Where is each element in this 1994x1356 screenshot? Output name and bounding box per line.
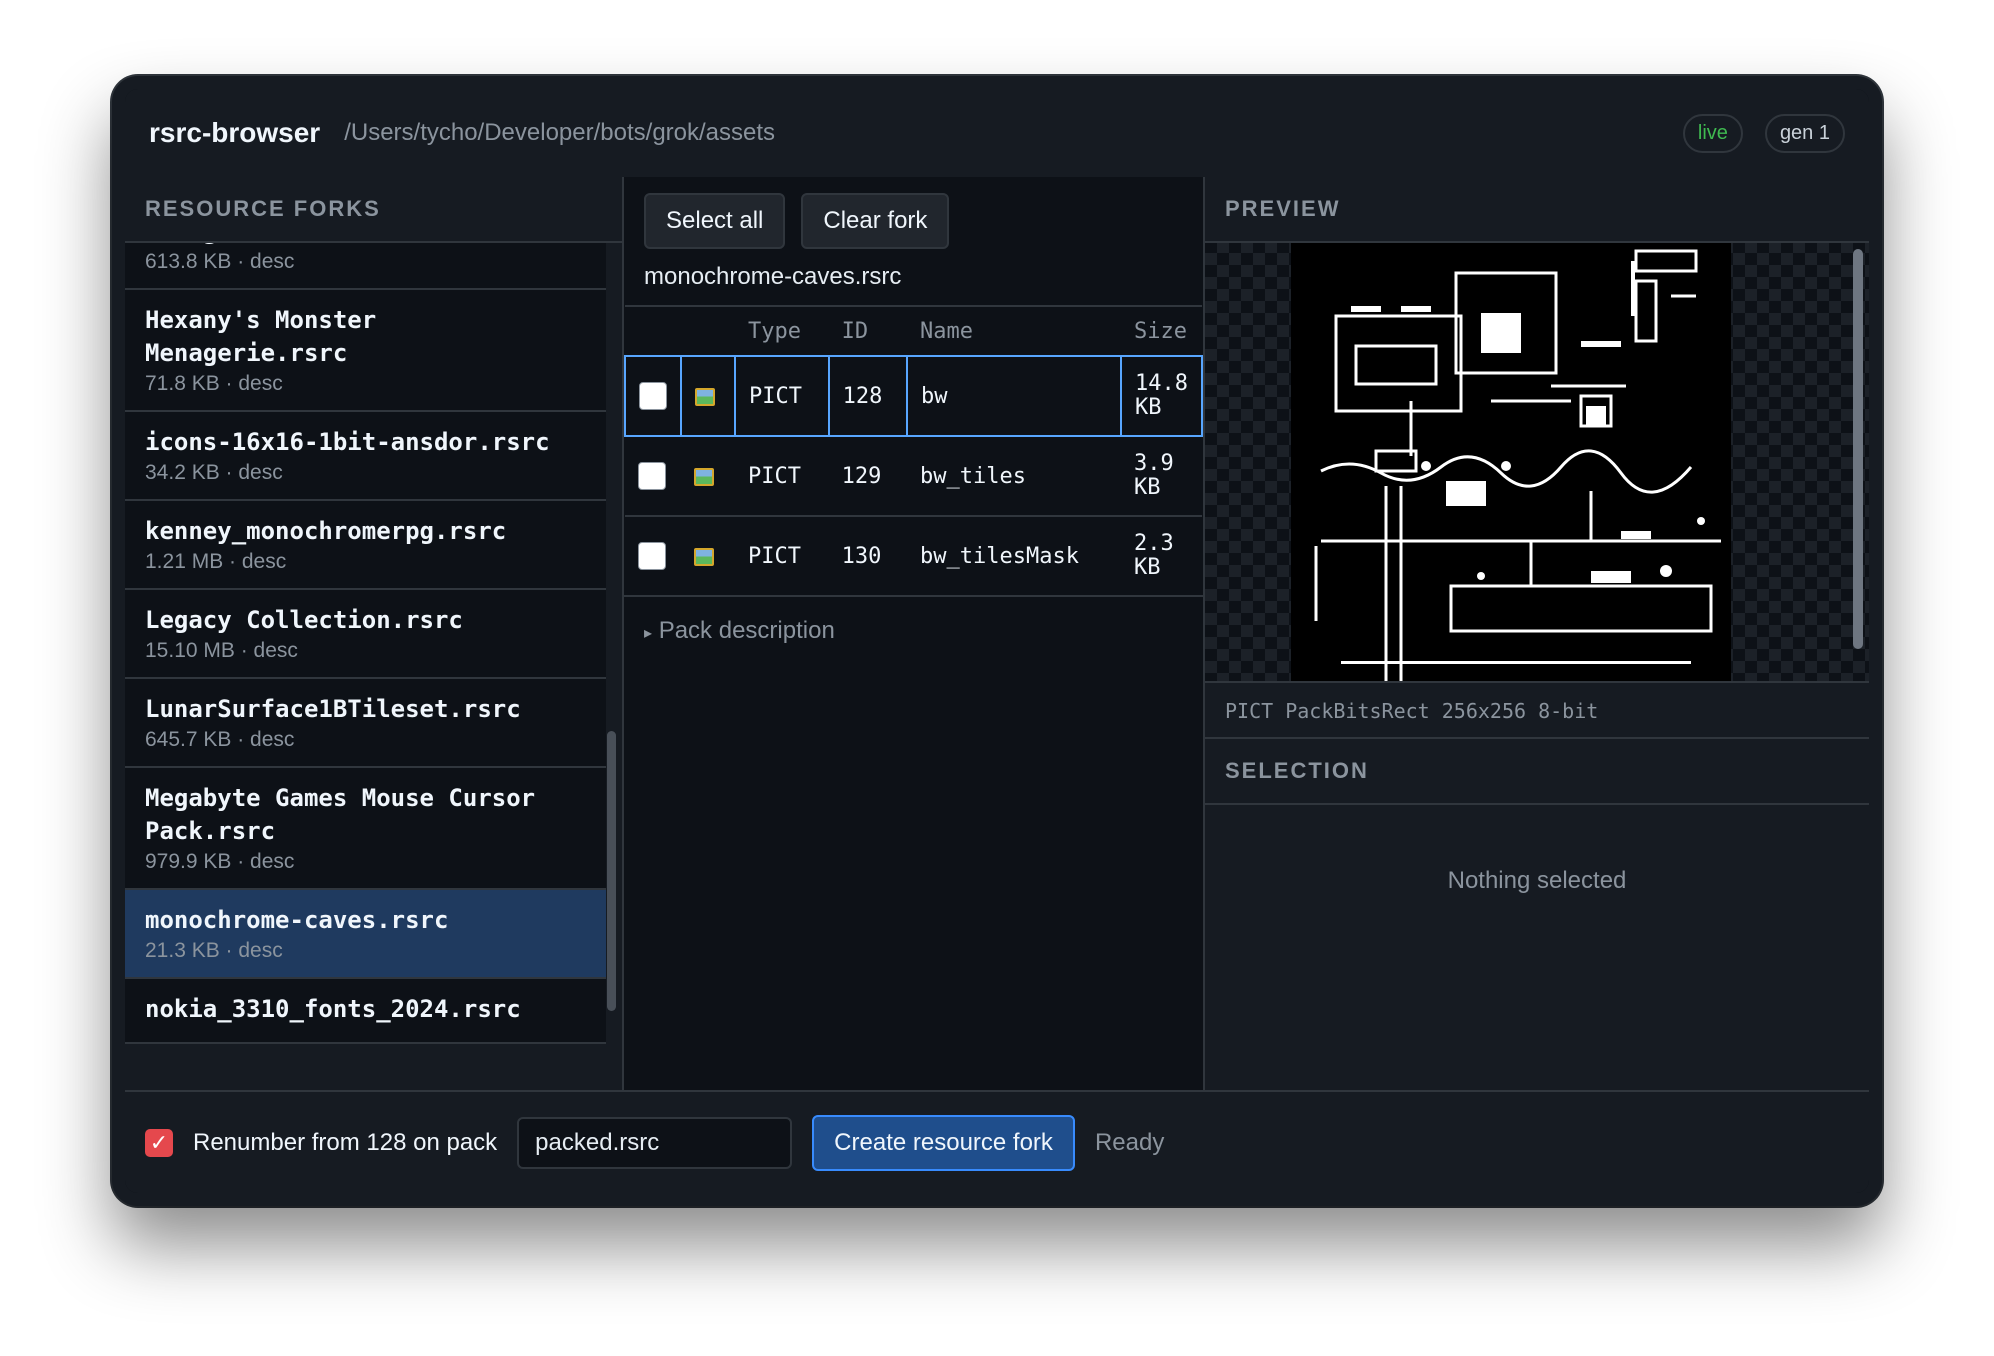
fork-list-item[interactable]: Megabyte Games Mouse Cursor Pack.rsrc 979…: [125, 768, 606, 890]
row-id: 129: [828, 435, 908, 516]
fork-meta: 613.8 KB · desc: [145, 250, 295, 273]
title-bar: rsrc-browser /Users/tycho/Developer/bots…: [125, 89, 1869, 179]
status-text: Ready: [1094, 1128, 1165, 1156]
pack-description-label: Pack description: [658, 617, 835, 644]
table-row[interactable]: PICT 130 bw_tilesMask 2.3 KB: [625, 515, 1202, 595]
resources-table: Type ID Name Size PICT 128 bw 14.8 KB PICT 12…: [624, 305, 1203, 595]
clear-fork-button[interactable]: Clear fork: [801, 193, 950, 249]
fork-list-item[interactable]: icons-16x16-1bit-ansdor.rsrc 34.2 KB · de…: [125, 412, 606, 501]
renumber-label: Renumber from 128 on pack: [193, 1128, 498, 1156]
fork-list-scrollbar[interactable]: [607, 731, 616, 1011]
row-size: 14.8 KB: [1120, 355, 1203, 437]
fork-list-item[interactable]: monochrome-caves.rsrc 21.3 KB · desc: [125, 890, 606, 979]
row-size: 3.9 KB: [1121, 435, 1202, 516]
row-checkbox[interactable]: [638, 462, 666, 491]
fork-name: Megabyte Games Mouse Cursor Pack.rsrc: [145, 784, 536, 845]
resource-forks-heading: RESOURCE FORKS: [125, 177, 622, 243]
row-checkbox-cell[interactable]: [625, 435, 681, 516]
selection-heading: SELECTION: [1205, 739, 1869, 805]
preview-scrollbar[interactable]: [1853, 249, 1863, 649]
fork-meta: 34.2 KB · desc: [145, 461, 283, 484]
preview-heading: PREVIEW: [1205, 177, 1869, 243]
fork-meta: 1.21 MB · desc: [145, 550, 287, 573]
fork-meta: 15.10 MB · desc: [145, 639, 298, 662]
preview-area: [1205, 241, 1869, 683]
pict-image-icon: [694, 548, 714, 567]
row-type: PICT: [735, 435, 829, 516]
fork-name: Hexany's Monster Menagerie.rsrc: [145, 306, 377, 367]
fork-list-item[interactable]: Legacy Collection.rsrc 15.10 MB · desc: [125, 590, 606, 679]
preview-panel: PREVIEW PICT PackBitsRect 256x256 8-bit …: [1205, 177, 1869, 1092]
renumber-checkbox[interactable]: ✓: [145, 1128, 173, 1157]
resource-forks-panel: RESOURCE FORKS Menagerie-2.rsrc613.8 KB …: [125, 177, 624, 1092]
create-resource-fork-button[interactable]: Create resource fork: [812, 1114, 1075, 1171]
select-all-button[interactable]: Select all: [644, 193, 786, 249]
row-name: bw_tiles: [907, 435, 1122, 516]
row-checkbox-cell[interactable]: [624, 355, 682, 437]
fork-meta: 21.3 KB · desc: [145, 939, 283, 962]
row-id: 128: [827, 355, 909, 437]
current-fork-title: monochrome-caves.rsrc: [644, 263, 902, 290]
assets-path: /Users/tycho/Developer/bots/grok/assets: [344, 119, 776, 146]
footer-bar: ✓ Renumber from 128 on pack Create resou…: [125, 1090, 1869, 1193]
table-header: Type ID Name Size: [625, 305, 1202, 356]
table-row[interactable]: PICT 129 bw_tiles 3.9 KB: [625, 435, 1202, 516]
nothing-selected-message: Nothing selected: [1447, 867, 1627, 894]
pict-preview-image: [1291, 241, 1731, 681]
table-row[interactable]: PICT 128 bw 14.8 KB: [624, 355, 1203, 437]
pict-info: PICT PackBitsRect 256x256 8-bit: [1225, 699, 1599, 723]
row-checkbox[interactable]: [639, 382, 667, 411]
row-checkbox-cell[interactable]: [625, 515, 681, 595]
fork-meta: 71.8 KB · desc: [145, 372, 283, 395]
col-type: Type: [735, 305, 829, 356]
fork-list-item[interactable]: Hexany's Monster Menagerie.rsrc 71.8 KB ·…: [125, 290, 606, 412]
fork-meta: 645.7 KB · desc: [145, 728, 295, 751]
row-checkbox[interactable]: [638, 542, 666, 571]
row-id: 130: [828, 515, 908, 595]
row-icon-cell: [681, 435, 735, 516]
fork-list[interactable]: Menagerie-2.rsrc613.8 KB · descHexany's …: [125, 241, 622, 1092]
col-id: ID: [828, 305, 908, 356]
col-name: Name: [907, 305, 1122, 356]
row-name: bw_tilesMask: [907, 515, 1122, 595]
app-title: rsrc-browser: [149, 117, 321, 148]
fork-name: monochrome-caves.rsrc: [145, 906, 449, 934]
disclosure-triangle-icon: ▸: [644, 625, 653, 642]
row-icon-cell: [681, 515, 735, 595]
fork-name: LunarSurface1BTileset.rsrc: [145, 695, 521, 723]
app-window: rsrc-browser /Users/tycho/Developer/bots…: [112, 76, 1882, 1206]
fork-name: kenney_monochromerpg.rsrc: [145, 517, 507, 545]
live-badge: live: [1682, 113, 1743, 153]
pict-image-icon: [695, 388, 715, 407]
fork-meta: 979.9 KB · desc: [145, 850, 295, 873]
fork-name: nokia_3310_fonts_2024.rsrc: [145, 995, 521, 1023]
fork-list-item[interactable]: kenney_monochromerpg.rsrc 1.21 MB · desc: [125, 501, 606, 590]
fork-list-item[interactable]: nokia_3310_fonts_2024.rsrc: [125, 979, 606, 1044]
fork-list-item[interactable]: LunarSurface1BTileset.rsrc 645.7 KB · des…: [125, 679, 606, 768]
gen-badge: gen 1: [1764, 113, 1845, 153]
resources-toolbar: Select all Clear fork: [624, 177, 1203, 249]
row-type: PICT: [735, 515, 829, 595]
row-size: 2.3 KB: [1121, 515, 1202, 595]
output-filename-input[interactable]: [517, 1116, 793, 1169]
pack-description-toggle[interactable]: ▸ Pack description: [624, 595, 1203, 665]
fork-name: Legacy Collection.rsrc: [145, 606, 463, 634]
row-type: PICT: [734, 355, 830, 437]
row-name: bw: [906, 355, 1123, 437]
pict-image-icon: [694, 468, 714, 487]
col-size: Size: [1121, 305, 1202, 356]
row-icon-cell: [680, 355, 736, 437]
resources-panel: Select all Clear fork monochrome-caves.r…: [624, 177, 1205, 1092]
fork-list-item[interactable]: Menagerie-2.rsrc613.8 KB · desc: [125, 241, 606, 290]
fork-name: icons-16x16-1bit-ansdor.rsrc: [145, 428, 550, 456]
